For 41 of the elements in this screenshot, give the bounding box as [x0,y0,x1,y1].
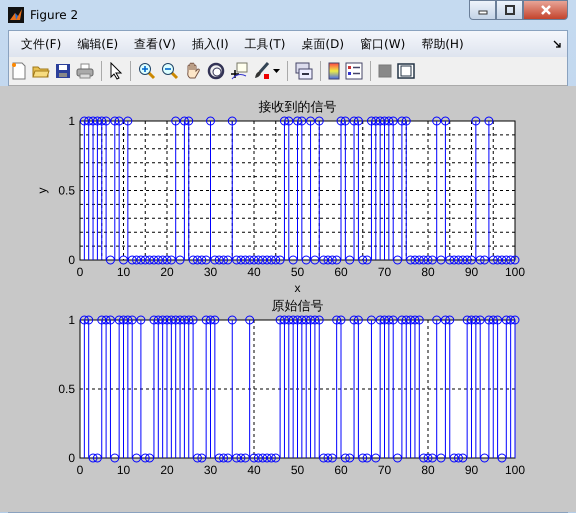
tick-label: 80 [421,463,435,477]
tick-label: 0 [68,451,75,465]
tick-label: 30 [204,463,218,477]
tick-label: 70 [378,265,392,279]
axis-label: y [35,188,49,194]
tick-label: 1 [68,313,75,327]
tick-label: 0 [68,253,75,267]
tick-label: 90 [464,265,478,279]
tick-label: 70 [378,463,392,477]
tick-label: 30 [204,265,218,279]
tick-label: 0.5 [58,382,75,396]
tick-label: 10 [116,265,130,279]
tick-label: 100 [504,265,526,279]
tick-label: 80 [421,265,435,279]
window-title: Figure 2 [30,8,78,22]
tick-label: 20 [160,463,174,477]
tick-label: 50 [290,265,304,279]
tick-label: 0 [76,463,84,477]
menu-item[interactable]: 编辑(E) [69,36,126,52]
menu-item[interactable]: 工具(T) [236,36,294,52]
tick-label: 0.5 [58,184,75,198]
chart-title: 原始信号 [272,299,324,314]
chart-title: 接收到的信号 [258,100,336,115]
menu-item[interactable]: 查看(V) [126,36,184,52]
tick-label: 60 [334,265,348,279]
tick-label: 40 [247,463,261,477]
tick-label: 100 [504,463,526,477]
menu-item[interactable]: 桌面(D) [293,36,352,52]
menu-item[interactable]: 插入(I) [184,36,237,52]
tick-label: 40 [247,265,261,279]
menu-item[interactable]: 文件(F) [13,36,70,52]
menu-item[interactable]: 帮助(H) [413,36,472,52]
tick-label: 0 [76,265,84,279]
tick-label: 60 [334,463,348,477]
tick-label: 90 [464,463,478,477]
tick-label: 10 [116,463,130,477]
tick-label: 1 [68,114,75,128]
tick-label: 20 [160,265,174,279]
axis-label: x [294,281,300,295]
menu-item[interactable]: 窗口(W) [352,36,414,52]
tick-label: 50 [290,463,304,477]
